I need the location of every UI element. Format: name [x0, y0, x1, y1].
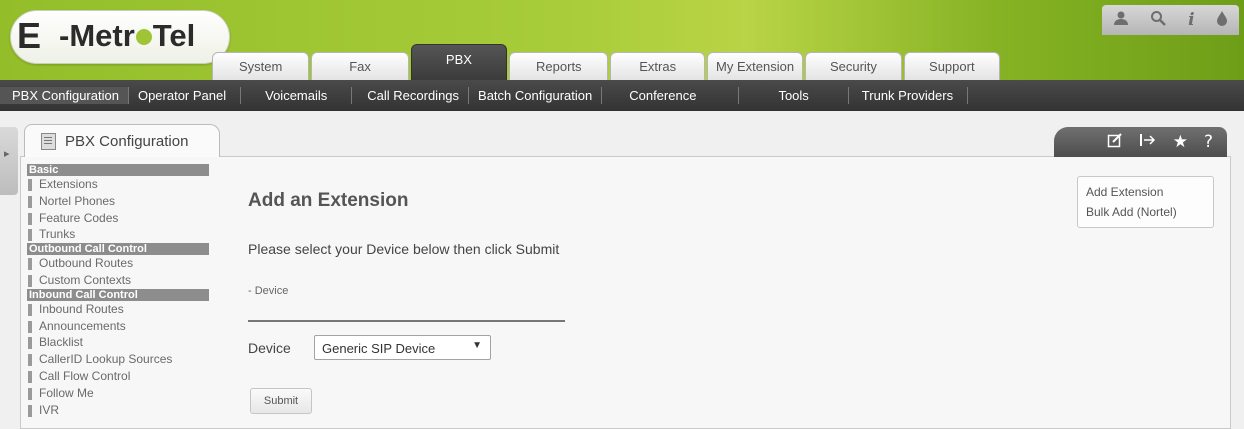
sidebar-item-ivr[interactable]: IVR: [27, 402, 209, 419]
pbx-subnav: PBX Configuration Operator Panel Voicema…: [0, 80, 1244, 111]
tab-fax[interactable]: Fax: [311, 52, 409, 80]
chevron-down-icon: ▼: [472, 340, 482, 351]
panel-tools: ★ ?: [1054, 127, 1227, 157]
info-icon[interactable]: i: [1188, 10, 1194, 30]
sidebar-item-trunks[interactable]: Trunks: [27, 226, 209, 243]
tab-support[interactable]: Support: [903, 52, 1000, 80]
expand-arrow-icon: ▸: [4, 148, 10, 160]
sidebar-item-callerid-lookup[interactable]: CallerID Lookup Sources: [27, 351, 209, 368]
subnav-call-recordings[interactable]: Call Recordings: [352, 87, 470, 104]
instruction-text: Please select your Device below then cli…: [248, 241, 560, 257]
main-tabs: System Fax PBX Reports Extras My Extensi…: [212, 44, 1002, 80]
search-icon[interactable]: [1150, 10, 1167, 31]
star-icon[interactable]: ★: [1173, 132, 1188, 152]
panel-title: PBX Configuration: [65, 132, 189, 150]
page-title: Add an Extension: [248, 190, 409, 211]
sidebar-item-custom-contexts[interactable]: Custom Contexts: [27, 272, 209, 289]
sidebar-item-follow-me[interactable]: Follow Me: [27, 385, 209, 402]
header-bar: E -Metr Tel i System Fax PBX Reports Extr…: [0, 0, 1244, 80]
tab-my-extension[interactable]: My Extension: [706, 52, 804, 80]
tab-system[interactable]: System: [212, 52, 310, 80]
action-links-box: Add Extension Bulk Add (Nortel): [1077, 176, 1214, 228]
subnav-batch-configuration[interactable]: Batch Configuration: [469, 87, 603, 104]
tab-reports[interactable]: Reports: [509, 52, 609, 80]
sidebar-item-nortel-phones[interactable]: Nortel Phones: [27, 193, 209, 210]
config-sidebar: Basic Extensions Nortel Phones Feature C…: [27, 164, 209, 418]
pin-icon[interactable]: [1139, 132, 1157, 153]
edit-icon[interactable]: [1107, 132, 1123, 153]
sidebar-item-outbound-routes[interactable]: Outbound Routes: [27, 255, 209, 272]
bulk-add-link[interactable]: Bulk Add (Nortel): [1086, 202, 1205, 222]
sidebar-section-basic: Basic: [27, 164, 209, 176]
tab-security[interactable]: Security: [805, 52, 902, 80]
sidebar-item-inbound-routes[interactable]: Inbound Routes: [27, 301, 209, 318]
sidebar-item-feature-codes[interactable]: Feature Codes: [27, 210, 209, 227]
add-extension-link[interactable]: Add Extension: [1086, 182, 1205, 202]
device-label: Device: [248, 340, 291, 356]
emetrotel-logo[interactable]: E -Metr Tel: [10, 10, 230, 64]
device-select[interactable]: Generic SIP Device ▼: [314, 335, 491, 360]
subnav-conference[interactable]: Conference: [602, 87, 740, 104]
submit-button[interactable]: Submit: [250, 388, 312, 414]
sidebar-item-call-flow-control[interactable]: Call Flow Control: [27, 368, 209, 385]
subnav-operator-panel[interactable]: Operator Panel: [129, 87, 242, 104]
sidebar-item-blacklist[interactable]: Blacklist: [27, 334, 209, 351]
subnav-trunk-providers[interactable]: Trunk Providers: [849, 87, 969, 104]
subnav-pbx-configuration[interactable]: PBX Configuration: [0, 87, 129, 104]
logo-name: -Metr Tel: [59, 18, 195, 54]
sidebar-item-extensions[interactable]: Extensions: [27, 176, 209, 193]
tab-extras[interactable]: Extras: [610, 52, 705, 80]
sidebar-section-outbound: Outbound Call Control: [27, 243, 209, 256]
subnav-tools[interactable]: Tools: [739, 87, 849, 104]
panel-title-tab: PBX Configuration: [24, 124, 220, 157]
subnav-voicemails[interactable]: Voicemails: [241, 87, 353, 104]
logo-letter: E: [17, 15, 42, 56]
logo-name-post: Tel: [152, 18, 196, 53]
drop-icon[interactable]: [1216, 10, 1228, 31]
utility-toolbar: i: [1102, 5, 1239, 35]
config-document-icon: [41, 132, 56, 150]
help-icon[interactable]: ?: [1204, 132, 1213, 152]
user-icon[interactable]: [1113, 10, 1129, 31]
tab-pbx[interactable]: PBX: [410, 44, 508, 80]
device-select-value: Generic SIP Device: [322, 341, 436, 356]
sidebar-section-inbound: Inbound Call Control: [27, 288, 209, 301]
section-label: - Device: [248, 285, 289, 297]
sidebar-toggle-handle[interactable]: ▸: [0, 127, 18, 195]
section-divider: [248, 320, 565, 322]
logo-dot-icon: [135, 28, 152, 45]
logo-name-pre: -Metr: [59, 18, 135, 53]
sidebar-item-announcements[interactable]: Announcements: [27, 318, 209, 335]
